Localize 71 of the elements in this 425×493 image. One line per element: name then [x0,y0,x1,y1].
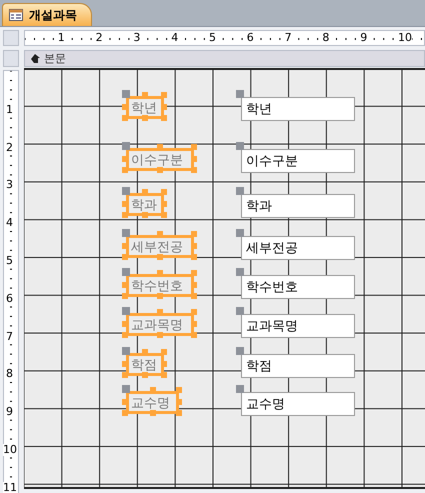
field-label[interactable]: 교과목명 [126,313,194,336]
move-handle[interactable] [236,385,244,393]
resize-handle[interactable] [142,212,148,218]
ruler-number: 4 [171,32,178,44]
text-box[interactable]: 학년 [241,97,355,121]
resize-handle[interactable] [142,115,148,121]
resize-handle[interactable] [142,349,148,355]
move-handle[interactable] [122,142,130,150]
field-label[interactable]: 학수번호 [126,274,194,297]
move-handle[interactable] [122,187,130,195]
section-selector[interactable] [3,50,19,67]
ruler-number: 1 [6,104,13,116]
move-handle[interactable] [236,229,244,237]
resize-handle[interactable] [142,92,148,98]
ruler-number: 3 [6,179,13,192]
field-label[interactable]: 세부전공 [126,235,194,258]
move-handle[interactable] [122,90,130,98]
ruler-number: 10 [398,32,412,44]
section-bar[interactable]: 본문 [24,50,425,67]
ruler-number: 11 [3,482,17,493]
resize-handle[interactable] [142,189,148,195]
text-box[interactable]: 세부전공 [241,236,355,260]
ruler-number: 8 [322,32,330,44]
ruler-number: 2 [96,32,103,44]
ruler-number: 5 [6,255,13,267]
ruler-number: 9 [360,32,368,44]
ruler-number: 6 [246,32,254,44]
ruler-number: 10 [3,444,17,456]
move-handle[interactable] [122,268,130,276]
ruler-corner[interactable] [3,30,19,46]
ruler-number: 3 [133,32,140,44]
ruler-number: 5 [209,32,216,44]
resize-handle[interactable] [142,372,148,378]
move-handle[interactable] [236,90,244,98]
move-handle[interactable] [236,268,244,276]
ruler-number: 1 [58,32,65,44]
field-label[interactable]: 이수구분 [126,148,194,171]
resize-handle[interactable] [157,293,163,299]
move-handle[interactable] [122,229,130,237]
text-box[interactable]: 교과목명 [241,314,355,338]
text-box[interactable]: 학수번호 [241,275,355,299]
resize-handle[interactable] [157,231,163,237]
resize-handle[interactable] [157,332,163,338]
ruler-number: 6 [6,292,13,305]
form-icon [9,9,23,21]
ruler-number: 7 [284,32,292,44]
move-handle[interactable] [236,347,244,355]
ruler-number: 8 [6,368,13,380]
move-handle[interactable] [122,385,130,393]
move-handle[interactable] [236,187,244,195]
resize-handle[interactable] [157,309,163,315]
text-box[interactable]: 학과 [241,194,355,218]
resize-handle[interactable] [157,144,163,150]
section-title: 본문 [44,51,66,66]
arrow-icon [31,54,40,63]
resize-handle[interactable] [157,270,163,276]
ruler-number: 7 [6,330,13,343]
text-box[interactable]: 이수구분 [241,149,355,173]
text-box[interactable]: 학점 [241,354,355,378]
resize-handle[interactable] [150,387,156,393]
field-label[interactable]: 교수명 [126,391,179,414]
resize-handle[interactable] [157,167,163,173]
text-box[interactable]: 교수명 [241,392,355,416]
ruler-number: 2 [6,142,13,154]
ruler-number: 9 [6,406,13,418]
resize-handle[interactable] [157,254,163,260]
move-handle[interactable] [122,347,130,355]
move-handle[interactable] [236,142,244,150]
move-handle[interactable] [122,307,130,315]
move-handle[interactable] [236,307,244,315]
form-tab[interactable]: 개설과목 [2,3,92,26]
